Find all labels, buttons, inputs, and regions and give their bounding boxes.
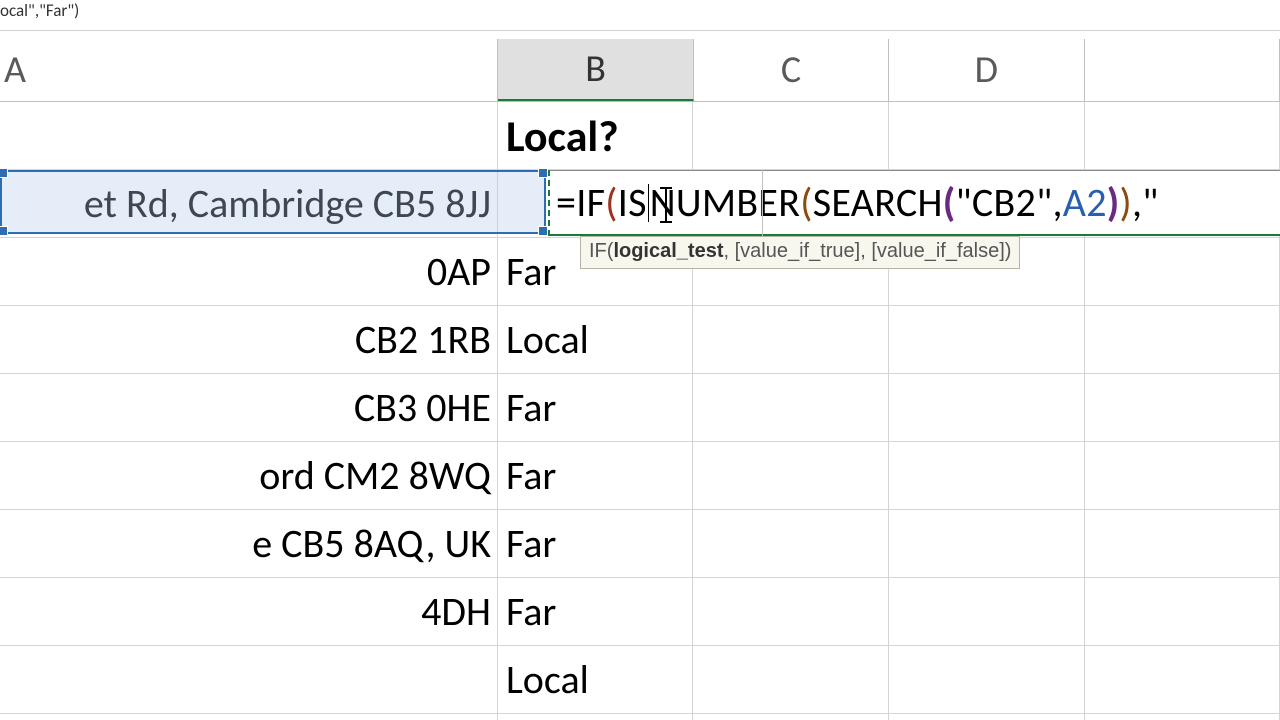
cell[interactable]: ord CM2 8WQ	[0, 442, 498, 509]
cell[interactable]	[1085, 510, 1280, 577]
cell[interactable]: Local	[498, 306, 694, 373]
formula-token: "	[1142, 178, 1158, 227]
table-row: et Rd, Cambridge CB5 8JJ =IF(ISNUMBER(SE…	[0, 170, 1280, 238]
cell[interactable]: 4DH	[0, 578, 498, 645]
table-row: Local?	[0, 102, 1280, 170]
formula-token: A2	[1063, 178, 1107, 227]
cell[interactable]	[1085, 442, 1280, 509]
cell[interactable]	[1085, 238, 1280, 305]
table-row: CB2 1RB Local	[0, 306, 1280, 374]
col-header-b[interactable]: B	[498, 39, 693, 101]
cell[interactable]	[1085, 306, 1280, 373]
col-header-a[interactable]: A	[0, 39, 498, 101]
gridline	[762, 170, 763, 236]
cell[interactable]	[889, 646, 1085, 713]
cell[interactable]	[889, 102, 1085, 169]
cell[interactable]	[498, 714, 694, 720]
col-header-d[interactable]: D	[889, 39, 1084, 101]
formula-token: "CB2"	[956, 178, 1053, 227]
table-row: CB3 0HE Far	[0, 374, 1280, 442]
cell[interactable]	[693, 646, 889, 713]
cell[interactable]	[693, 578, 889, 645]
tooltip-rest[interactable]: , [value_if_true], [value_if_false])	[723, 240, 1011, 262]
cell[interactable]	[693, 374, 889, 441]
cell[interactable]	[693, 510, 889, 577]
cell[interactable]	[889, 442, 1085, 509]
table-row: 4DH Far	[0, 578, 1280, 646]
table-row: Local	[0, 646, 1280, 714]
column-headers: A B C D	[0, 39, 1280, 102]
formula-token: ,	[1132, 178, 1142, 227]
cell[interactable]: Local?	[498, 102, 694, 169]
cell[interactable]: 0AP	[0, 238, 498, 305]
tooltip-fn: IF(	[589, 240, 613, 262]
cell[interactable]	[693, 102, 889, 169]
table-row: e CB5 8AQ, UK Far	[0, 510, 1280, 578]
cell[interactable]	[1085, 578, 1280, 645]
cell[interactable]	[693, 442, 889, 509]
cell[interactable]: CB3 0HE	[0, 374, 498, 441]
formula-token: =IF	[556, 178, 605, 227]
cell[interactable]: et Rd, Cambridge CB5 8JJ	[0, 170, 498, 237]
cell[interactable]	[0, 714, 498, 720]
formula-bar-fragment[interactable]: ocal","Far")	[0, 0, 1280, 30]
cell[interactable]	[889, 306, 1085, 373]
cell[interactable]	[1085, 374, 1280, 441]
cell[interactable]	[0, 102, 498, 169]
cell[interactable]: Local	[498, 646, 694, 713]
function-tooltip[interactable]: IF(logical_test, [value_if_true], [value…	[580, 236, 1020, 269]
formula-token: )	[1120, 178, 1132, 227]
cell[interactable]	[1085, 646, 1280, 713]
cell[interactable]: Far	[498, 442, 694, 509]
cell[interactable]: Far	[498, 578, 694, 645]
cell[interactable]: CB2 1RB	[0, 306, 498, 373]
cell[interactable]: e CB5 8AQ, UK	[0, 510, 498, 577]
col-header-c[interactable]: C	[694, 39, 889, 101]
table-row: ord CM2 8WQ Far	[0, 442, 1280, 510]
cell[interactable]	[693, 306, 889, 373]
formula-token: NUMBER	[650, 178, 801, 227]
formula-token: IS	[618, 178, 647, 227]
text-caret	[648, 184, 649, 222]
cell[interactable]	[1085, 102, 1280, 169]
cell[interactable]	[889, 714, 1085, 720]
spreadsheet-grid[interactable]: A B C D Local? et Rd, Cambridge CB5 8JJ	[0, 39, 1280, 720]
tooltip-arg-active[interactable]: logical_test	[613, 240, 723, 262]
cell[interactable]	[889, 510, 1085, 577]
table-row	[0, 714, 1280, 720]
cell[interactable]	[693, 714, 889, 720]
cell[interactable]: Far	[498, 510, 694, 577]
formula-token: (	[943, 178, 956, 227]
col-header-e[interactable]	[1085, 39, 1280, 101]
cell[interactable]	[889, 374, 1085, 441]
formula-token: ,	[1052, 178, 1062, 227]
formula-token: )	[1107, 178, 1120, 227]
formula-token: SEARCH	[813, 178, 943, 227]
cell[interactable]	[0, 646, 498, 713]
formula-token: (	[605, 178, 617, 227]
cell-formula-edit[interactable]: =IF(ISNUMBER(SEARCH("CB2",A2)),"	[548, 170, 1280, 236]
cell[interactable]: Far	[498, 374, 694, 441]
cell[interactable]	[1085, 714, 1280, 720]
cell[interactable]	[889, 578, 1085, 645]
edit-cell-border	[548, 170, 550, 236]
formula-token: (	[800, 178, 812, 227]
